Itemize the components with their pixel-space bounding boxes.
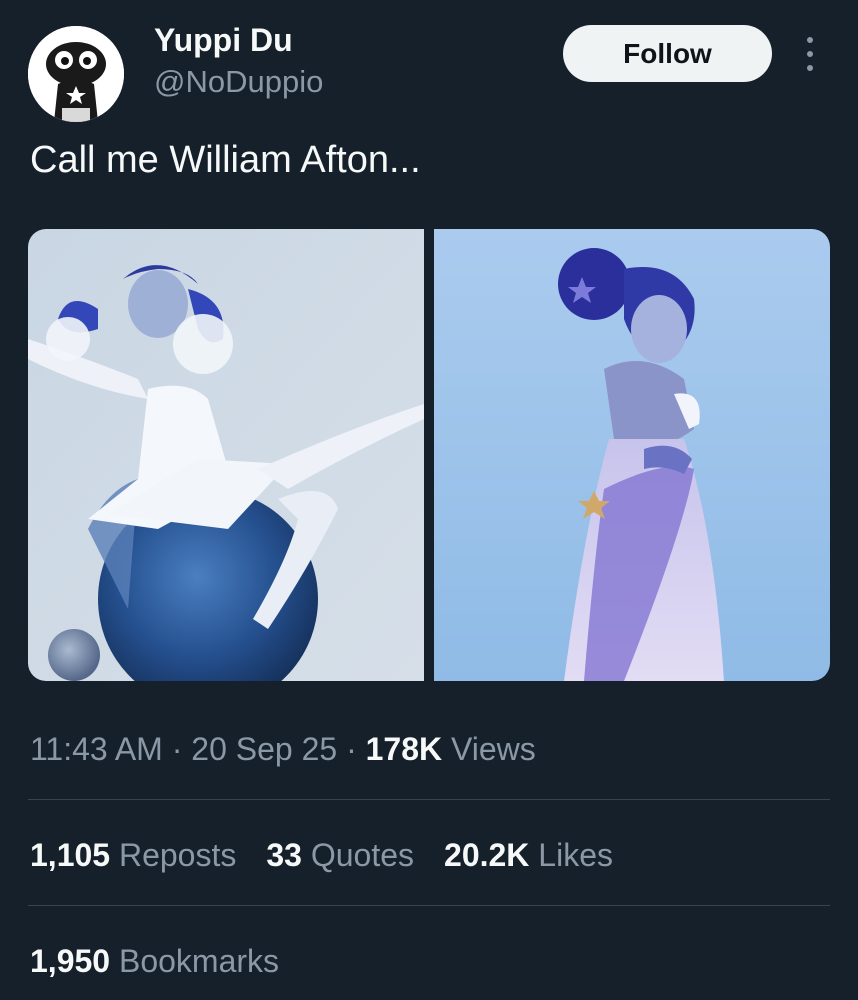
divider (28, 905, 830, 906)
engagement-stats: 1,105 Reposts 33 Quotes 20.2K Likes (30, 834, 613, 876)
divider (28, 799, 830, 800)
follow-button[interactable]: Follow (563, 25, 772, 82)
more-options-icon[interactable] (798, 34, 822, 74)
character-on-planet-illustration (28, 229, 424, 681)
views-count: 178K (365, 731, 443, 767)
quotes-count: 33 (266, 837, 302, 873)
views-label: Views (442, 731, 536, 767)
media-image-1[interactable] (28, 229, 424, 681)
likes-label: Likes (529, 837, 613, 873)
character-in-gown-illustration (434, 229, 830, 681)
quotes-label: Quotes (301, 837, 415, 873)
likes-count: 20.2K (444, 837, 530, 873)
quotes-stat[interactable]: 33 Quotes (266, 834, 414, 876)
bookmarks-label: Bookmarks (110, 943, 280, 979)
meta-separator: · (162, 731, 192, 767)
bookmarks-count: 1,950 (30, 943, 111, 979)
avatar[interactable] (28, 26, 124, 122)
tweet-text: Call me William Afton... (30, 139, 421, 181)
bookmarks-stat[interactable]: 1,950 Bookmarks (30, 940, 279, 982)
tweet-time[interactable]: 11:43 AM (30, 731, 163, 767)
author-display-name[interactable]: Yuppi Du (154, 20, 293, 60)
reposts-count: 1,105 (30, 837, 111, 873)
media-grid (28, 229, 830, 681)
tweet-meta: 11:43 AM · 20 Sep 25 · 178K Views (30, 728, 536, 770)
tweet-date[interactable]: 20 Sep 25 (191, 731, 337, 767)
meta-separator: · (337, 731, 366, 767)
likes-stat[interactable]: 20.2K Likes (444, 834, 613, 876)
author-handle[interactable]: @NoDuppio (154, 62, 323, 102)
media-image-2[interactable] (434, 229, 830, 681)
reposts-stat[interactable]: 1,105 Reposts (30, 834, 236, 876)
reposts-label: Reposts (110, 837, 237, 873)
avatar-image (28, 26, 124, 122)
